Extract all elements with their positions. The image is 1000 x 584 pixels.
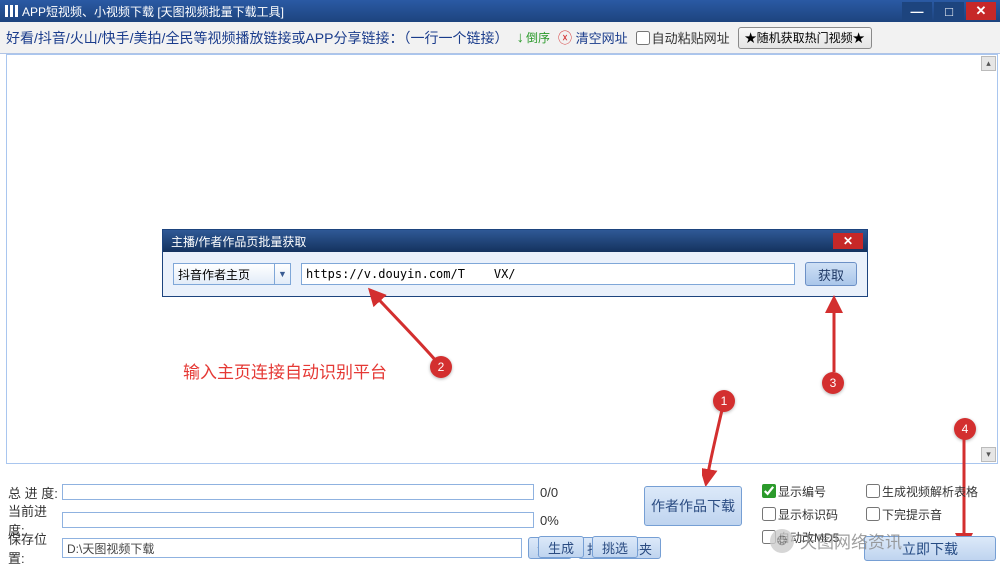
platform-combo[interactable]: 抖音作者主页 ▼ xyxy=(173,263,291,285)
current-progress-bar xyxy=(62,512,534,528)
fetch-button[interactable]: 获取 xyxy=(805,262,857,286)
watermark: ❂ 天图网络资讯 xyxy=(770,528,902,553)
down-arrow-icon: ↓ xyxy=(516,29,524,46)
annotation-tip: 输入主页连接自动识别平台 xyxy=(183,358,387,383)
total-progress-value: 0/0 xyxy=(540,485,558,500)
reverse-button[interactable]: ↓ 倒序 xyxy=(516,29,550,46)
total-progress-label: 总 进 度: xyxy=(4,483,62,502)
dialog-close-button[interactable]: ✕ xyxy=(833,233,863,249)
x-circle-icon: ⓧ xyxy=(558,30,572,46)
pick-button[interactable]: 挑选 xyxy=(592,536,638,558)
save-path-label: 保存位置: xyxy=(4,529,62,567)
scroll-down-icon[interactable]: ▾ xyxy=(981,447,996,462)
author-url-input[interactable] xyxy=(301,263,795,285)
instruction-text: 好看/抖音/火山/快手/美拍/全民等视频播放链接或APP分享链接：（一行一个链接… xyxy=(6,28,508,48)
clear-url-button[interactable]: ⓧ 清空网址 xyxy=(558,28,628,48)
close-button[interactable]: ✕ xyxy=(966,2,996,20)
top-toolbar: 好看/抖音/火山/快手/美拍/全民等视频播放链接或APP分享链接：（一行一个链接… xyxy=(0,22,1000,54)
minimize-button[interactable]: — xyxy=(902,2,932,20)
chk-show-id[interactable]: 显示编号 xyxy=(762,480,826,502)
maximize-button[interactable]: □ xyxy=(934,2,964,20)
chk-gen-table[interactable]: 生成视频解析表格 xyxy=(866,480,978,502)
wechat-icon: ❂ xyxy=(770,529,794,553)
window-title: APP短视频、小视频下载 [天图视频批量下载工具] xyxy=(22,3,284,20)
combo-selected-label: 抖音作者主页 xyxy=(174,266,274,283)
dialog-title-bar: 主播/作者作品页批量获取 ✕ xyxy=(163,230,867,252)
total-progress-bar xyxy=(62,484,534,500)
random-hot-button[interactable]: ★随机获取热门视频★ xyxy=(738,27,872,49)
title-bar: APP短视频、小视频下载 [天图视频批量下载工具] — □ ✕ xyxy=(0,0,1000,22)
chk-prompt-sound[interactable]: 下完提示音 xyxy=(866,503,942,525)
app-icon xyxy=(4,4,18,18)
current-progress-value: 0% xyxy=(540,513,559,528)
save-path-input[interactable] xyxy=(62,538,522,558)
annotation-tag-1: 1 xyxy=(713,390,735,412)
dialog-title: 主播/作者作品页批量获取 xyxy=(171,233,306,250)
generate-button[interactable]: 生成 xyxy=(538,536,584,558)
author-batch-dialog: 主播/作者作品页批量获取 ✕ 抖音作者主页 ▼ 获取 xyxy=(162,229,868,297)
chevron-down-icon: ▼ xyxy=(274,264,290,284)
chk-show-code[interactable]: 显示标识码 xyxy=(762,503,838,525)
annotation-tag-4: 4 xyxy=(954,418,976,440)
author-works-download-button[interactable]: 作者作品下载 xyxy=(644,486,742,526)
auto-paste-checkbox[interactable]: 自动粘贴网址 xyxy=(636,28,730,47)
scroll-up-icon[interactable]: ▴ xyxy=(981,56,996,71)
annotation-tag-3: 3 xyxy=(822,372,844,394)
annotation-tag-2: 2 xyxy=(430,356,452,378)
